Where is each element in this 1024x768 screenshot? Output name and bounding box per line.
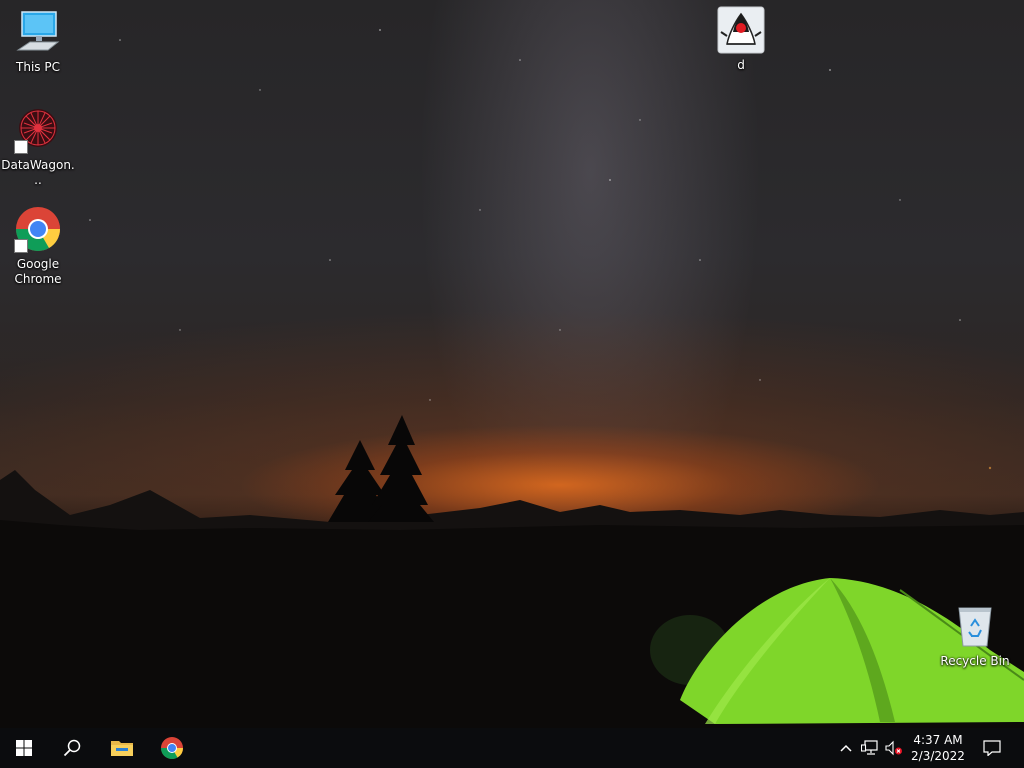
network-button[interactable]: [858, 728, 882, 768]
chrome-icon: [161, 737, 183, 759]
volume-button[interactable]: [882, 728, 906, 768]
clock-time: 4:37 AM: [913, 733, 963, 747]
clock-date: 2/3/2022: [911, 749, 965, 763]
taskbar-file-explorer[interactable]: [98, 728, 146, 768]
desktop: This PC DataWagon... Google Chrome d Rec…: [0, 0, 1024, 728]
shortcut-arrow-icon: [14, 140, 28, 154]
desktop-icon-this-pc[interactable]: This PC: [0, 8, 76, 75]
wallpaper: [0, 29, 1024, 728]
taskbar: 4:37 AM 2/3/2022: [0, 728, 1024, 768]
desktop-icon-label: d: [737, 58, 745, 72]
chrome-icon: [14, 205, 62, 253]
clock[interactable]: 4:37 AM 2/3/2022: [906, 728, 970, 768]
chevron-up-icon: [840, 744, 852, 752]
show-hidden-icons-button[interactable]: [836, 728, 856, 768]
desktop-icon-label: DataWagon...: [1, 158, 75, 187]
java-icon: [717, 6, 765, 54]
folder-icon: [111, 741, 133, 756]
desktop-icon-d[interactable]: d: [703, 6, 779, 73]
volume-muted-icon: [885, 740, 902, 756]
desktop-icon-google-chrome[interactable]: Google Chrome: [0, 205, 76, 287]
datawagon-icon: [14, 106, 62, 154]
search-icon: [63, 739, 81, 757]
computer-icon: [14, 8, 62, 56]
action-center-button[interactable]: [978, 728, 1006, 768]
network-icon: [861, 740, 878, 755]
desktop-icon-label: This PC: [16, 60, 60, 74]
search-button[interactable]: [48, 728, 96, 768]
desktop-icon-recycle-bin[interactable]: Recycle Bin: [937, 602, 1013, 669]
windows-start-icon: [16, 740, 32, 756]
recycle-bin-icon: [951, 602, 999, 650]
shortcut-arrow-icon: [14, 239, 28, 253]
desktop-icon-datawagon[interactable]: DataWagon...: [0, 106, 76, 188]
desktop-icon-label: Google Chrome: [14, 257, 62, 286]
start-button[interactable]: [0, 728, 48, 768]
desktop-icon-label: Recycle Bin: [940, 654, 1010, 668]
notification-icon: [983, 740, 1001, 756]
taskbar-google-chrome[interactable]: [148, 728, 196, 768]
